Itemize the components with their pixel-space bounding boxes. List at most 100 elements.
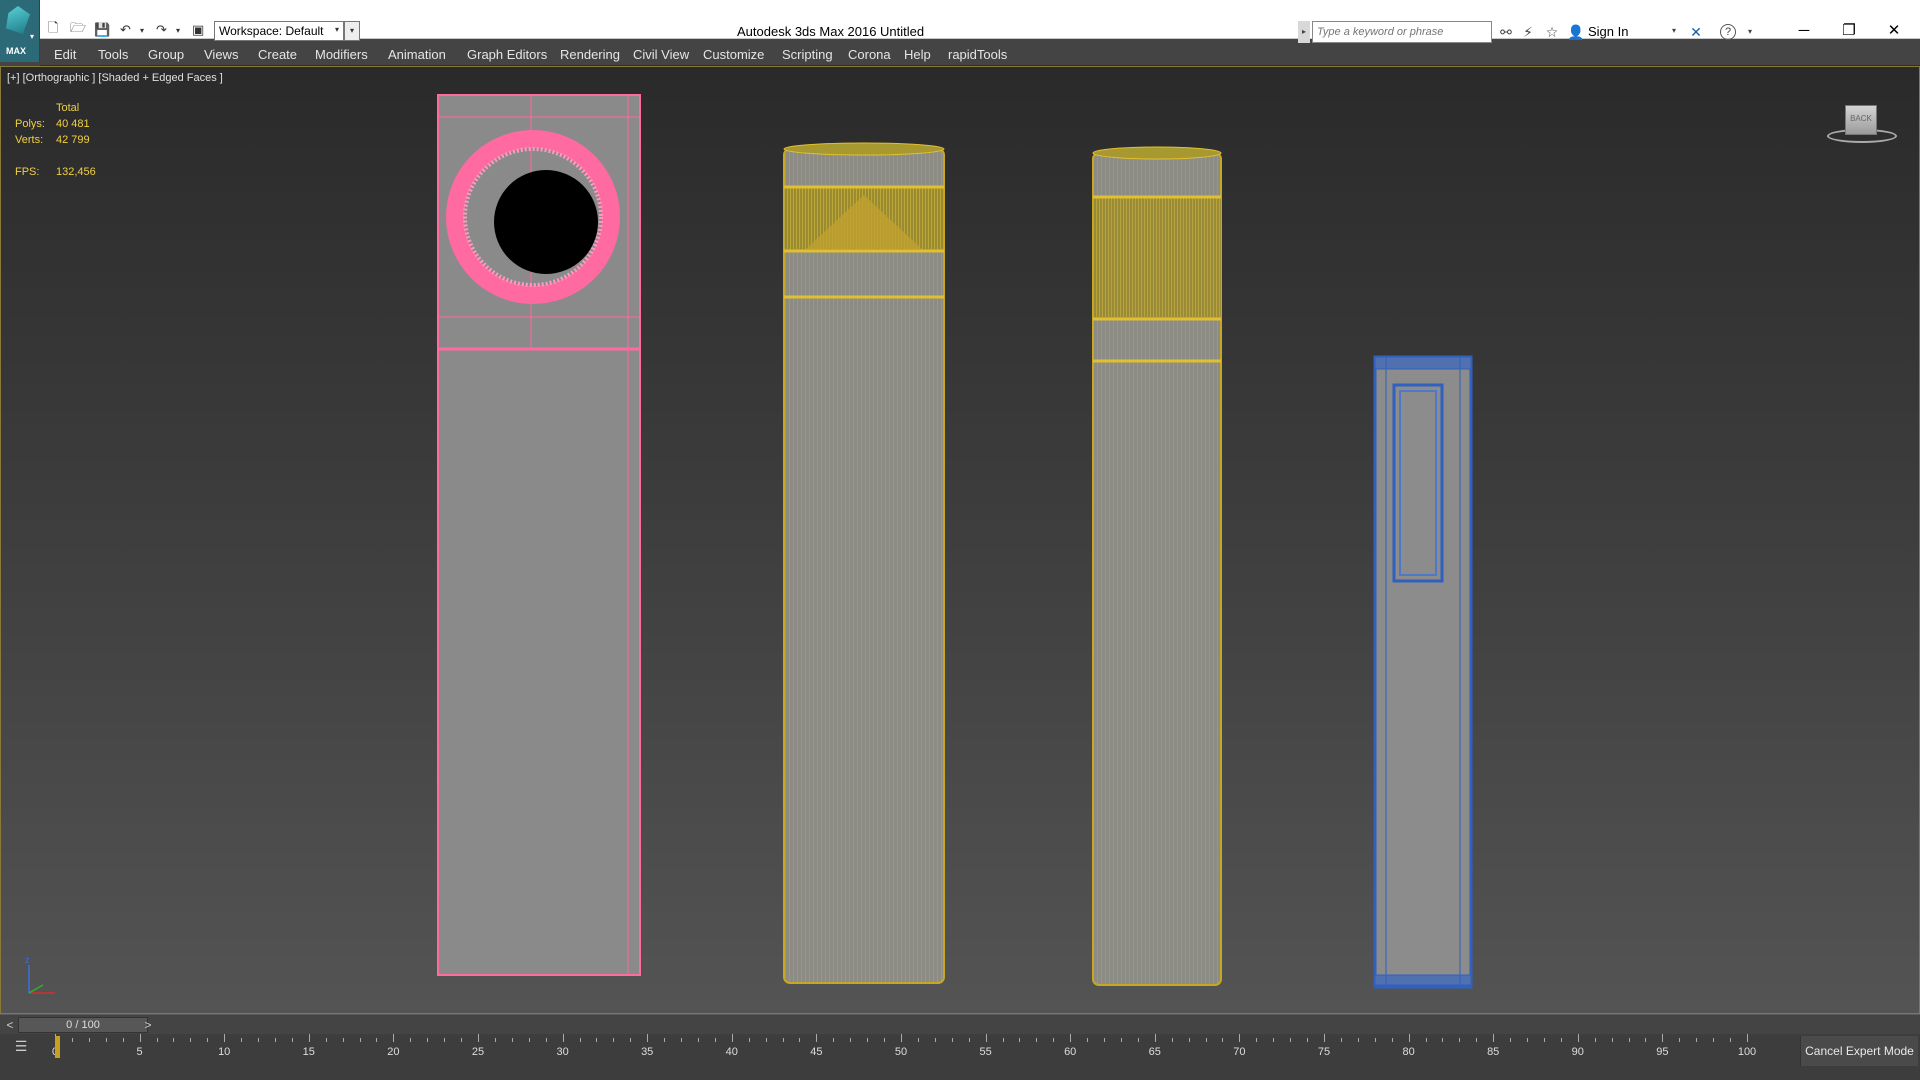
ruler-tick xyxy=(71,1038,73,1042)
viewcube[interactable]: BACK xyxy=(1827,105,1897,149)
bollard-round-1[interactable] xyxy=(783,142,945,984)
search-expand-icon[interactable]: ▸ xyxy=(1298,21,1310,43)
menu-corona[interactable]: Corona xyxy=(848,47,891,62)
close-button[interactable]: ✕ xyxy=(1871,18,1917,44)
ruler-tick xyxy=(884,1038,886,1042)
ruler-label: 40 xyxy=(725,1046,738,1058)
application-menu-button[interactable]: ▾ MAX xyxy=(0,0,40,62)
ruler-label: 70 xyxy=(1233,1046,1246,1058)
restore-button[interactable]: ❐ xyxy=(1826,18,1872,44)
ruler-tick xyxy=(1222,1038,1224,1042)
menu-views[interactable]: Views xyxy=(204,47,238,62)
subscription-icon[interactable]: ⚡ xyxy=(1518,22,1538,42)
ruler-tick xyxy=(1425,1038,1427,1042)
ruler-tick xyxy=(258,1038,260,1042)
scene-objects xyxy=(437,94,1473,989)
ruler-tick xyxy=(1391,1038,1393,1042)
previous-frame-button[interactable]: < xyxy=(2,1017,18,1033)
ruler-tick xyxy=(1154,1034,1156,1042)
menu-create[interactable]: Create xyxy=(258,47,297,62)
bollard-slim-blue[interactable] xyxy=(1373,355,1473,989)
ruler-tick xyxy=(1493,1034,1495,1042)
track-view-icon[interactable]: ☰ xyxy=(8,1038,34,1060)
ruler-tick xyxy=(562,1034,564,1042)
menu-help[interactable]: Help xyxy=(904,47,931,62)
ruler-tick xyxy=(917,1038,919,1042)
ruler-tick xyxy=(1374,1038,1376,1042)
undo-icon[interactable]: ↶ xyxy=(120,21,131,39)
help-icon[interactable]: ? xyxy=(1720,24,1736,40)
ruler-tick xyxy=(579,1038,581,1042)
ruler-label: 80 xyxy=(1402,1046,1415,1058)
menu-group[interactable]: Group xyxy=(148,47,184,62)
menu-edit[interactable]: Edit xyxy=(54,47,76,62)
time-slider[interactable]: 0 / 100 xyxy=(18,1017,148,1033)
bollard-square-pink[interactable] xyxy=(437,94,641,976)
quick-access-dropdown-icon[interactable]: ▾ xyxy=(344,21,360,41)
ruler-label: 35 xyxy=(641,1046,654,1058)
cancel-expert-mode-button[interactable]: Cancel Expert Mode xyxy=(1800,1036,1918,1066)
ruler-tick xyxy=(934,1038,936,1042)
ruler-tick xyxy=(613,1038,615,1042)
ruler-tick xyxy=(1019,1038,1021,1042)
menu-modifiers[interactable]: Modifiers xyxy=(315,47,368,62)
frame-ruler[interactable]: 0510152025303540455055606570758085909510… xyxy=(52,1034,1756,1058)
ruler-tick xyxy=(1357,1038,1359,1042)
chevron-down-icon: ▾ xyxy=(334,25,339,34)
menu-customize[interactable]: Customize xyxy=(703,47,764,62)
ruler-tick xyxy=(1476,1038,1478,1042)
time-cursor[interactable] xyxy=(55,1036,60,1058)
menu-scripting[interactable]: Scripting xyxy=(782,47,833,62)
ruler-tick xyxy=(478,1034,479,1042)
ruler-tick xyxy=(1679,1038,1681,1042)
ruler-tick xyxy=(1628,1038,1630,1042)
ruler-tick xyxy=(951,1038,953,1042)
search-input[interactable] xyxy=(1312,21,1492,43)
redo-icon[interactable]: ↷ xyxy=(156,21,167,39)
menu-rendering[interactable]: Rendering xyxy=(560,47,620,62)
save-icon[interactable]: 💾 xyxy=(94,21,110,39)
ruler-tick xyxy=(782,1038,784,1042)
open-file-icon[interactable]: 🗁 xyxy=(70,20,86,39)
menu-animation[interactable]: Animation xyxy=(388,47,446,62)
undo-dropdown-icon[interactable]: ▾ xyxy=(140,21,144,39)
new-file-icon[interactable]: 🗋 xyxy=(48,20,58,39)
menu-graph-editors[interactable]: Graph Editors xyxy=(467,47,547,62)
menu-civil-view[interactable]: Civil View xyxy=(633,47,689,62)
menu-rapidtools[interactable]: rapidTools xyxy=(948,47,1007,62)
binoculars-icon[interactable]: ⚯ xyxy=(1496,22,1516,42)
star-icon[interactable]: ☆ xyxy=(1542,22,1562,42)
chevron-down-icon[interactable]: ▾ xyxy=(1672,26,1676,35)
sign-in-button[interactable]: Sign In xyxy=(1588,24,1628,39)
ruler-tick xyxy=(494,1038,496,1042)
ruler-tick xyxy=(1171,1038,1173,1042)
ruler-tick xyxy=(207,1038,209,1042)
bollard-round-2[interactable] xyxy=(1092,146,1222,986)
redo-dropdown-icon[interactable]: ▾ xyxy=(176,21,180,39)
project-folder-icon[interactable]: ▣ xyxy=(192,21,204,39)
ruler-tick xyxy=(681,1038,683,1042)
orthographic-viewport[interactable]: [+] [Orthographic ] [Shaded + Edged Face… xyxy=(0,66,1920,1014)
ruler-tick xyxy=(1713,1038,1715,1042)
ruler-tick xyxy=(1442,1038,1444,1042)
menu-bar: Edit Tools Group Views Create Modifiers … xyxy=(40,44,1920,66)
workspace-select[interactable]: Workspace: Default ▾ xyxy=(214,21,344,41)
workspace-value: Workspace: Default xyxy=(219,24,324,38)
ruler-label: 65 xyxy=(1148,1046,1161,1058)
minimize-button[interactable]: ─ xyxy=(1781,18,1827,44)
ruler-tick xyxy=(444,1038,446,1042)
ruler-tick xyxy=(291,1038,293,1042)
ruler-label: 90 xyxy=(1571,1046,1584,1058)
viewcube-face[interactable]: BACK xyxy=(1845,105,1877,135)
ruler-tick xyxy=(1747,1034,1748,1042)
next-frame-button[interactable]: > xyxy=(140,1017,156,1033)
ruler-tick xyxy=(342,1038,344,1042)
exchange-icon[interactable]: ✕ xyxy=(1686,22,1706,42)
ruler-tick xyxy=(274,1038,276,1042)
ruler-tick xyxy=(816,1034,818,1042)
ruler-tick xyxy=(630,1038,632,1042)
menu-tools[interactable]: Tools xyxy=(98,47,128,62)
help-dropdown-icon[interactable]: ▾ xyxy=(1740,22,1760,42)
app-button-label: MAX xyxy=(6,46,26,56)
ruler-tick xyxy=(1560,1038,1562,1042)
